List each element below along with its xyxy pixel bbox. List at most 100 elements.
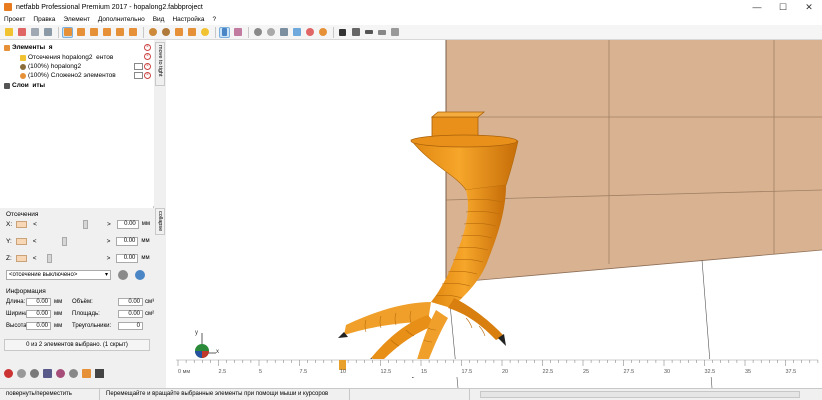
axis-x-slider-thumb[interactable] — [82, 220, 88, 229]
camera-button[interactable] — [350, 27, 361, 38]
axis-y-slider[interactable] — [43, 237, 103, 246]
remove-icon[interactable]: × — [144, 53, 151, 60]
rotate-icon — [148, 28, 157, 36]
height-label: Высота: — [6, 323, 29, 329]
minimize-button[interactable]: — — [744, 0, 770, 14]
move-tool-button[interactable] — [232, 27, 243, 38]
maximize-button[interactable]: ☐ — [770, 0, 796, 14]
menu-edit[interactable]: Правка — [33, 16, 55, 23]
solid-button[interactable] — [278, 27, 289, 38]
tree-cuts-item[interactable]: Отсечения hopalong2 ентов — [20, 53, 113, 62]
axis-z-left-arrow[interactable]: < — [33, 255, 37, 262]
save-button[interactable] — [42, 27, 53, 38]
axis-z-unit: мм — [141, 255, 150, 261]
palette-button[interactable] — [317, 27, 328, 38]
zoom-button[interactable] — [199, 27, 210, 38]
cut-mode-select[interactable]: <отсечение выключено> ▾ — [6, 270, 111, 280]
info-row-height: Высота: 0.00 мм Треугольники: 0 — [6, 321, 143, 331]
zoom-all-button[interactable] — [173, 27, 184, 38]
view-left-button[interactable] — [88, 27, 99, 38]
axis-y-right-arrow[interactable]: > — [107, 238, 111, 245]
shading-button[interactable] — [252, 27, 263, 38]
axis-x-right-arrow[interactable]: > — [107, 221, 111, 228]
tree-part-hopalong2[interactable]: (100%) hopalong2 — [20, 62, 81, 71]
menu-view[interactable]: Вид — [153, 16, 165, 23]
zoom-all-icon — [174, 28, 183, 36]
cursor-icon — [222, 28, 227, 36]
menu-extras[interactable]: Дополнительно — [98, 16, 145, 23]
tab-move-to-tight[interactable]: move to tight — [155, 42, 165, 86]
wireframe-icon — [266, 28, 275, 36]
film-icon[interactable] — [43, 369, 52, 378]
scene-canvas[interactable]: y x 0 мм 2.5 5 7.5 10 12.5 15 17.5 20 22.5 25 27.5 3… — [166, 40, 822, 388]
tree-layers-root[interactable]: Слои иты — [4, 81, 45, 90]
camera-icon — [351, 28, 360, 36]
view-back-button[interactable] — [75, 27, 86, 38]
view-right-button[interactable] — [101, 27, 112, 38]
disc-icon[interactable] — [56, 369, 65, 378]
solid-icon — [279, 28, 288, 36]
width-unit: мм — [54, 311, 63, 317]
axis-y-left-arrow[interactable]: < — [33, 238, 37, 245]
add-part-button[interactable] — [16, 27, 27, 38]
close-button[interactable]: ✕ — [796, 0, 822, 14]
tree-layers-suffix: иты — [32, 82, 46, 89]
label-button[interactable] — [376, 27, 387, 38]
new-project-button[interactable] — [3, 27, 14, 38]
3d-viewport[interactable]: y x 0 мм 2.5 5 7.5 10 12.5 15 17.5 20 22.5 25 27.5 3… — [166, 40, 822, 388]
tree-elements-root[interactable]: Элементы я — [4, 43, 53, 52]
zoom-selection-button[interactable] — [186, 27, 197, 38]
visibility-toggle[interactable] — [134, 63, 143, 70]
view-bottom-button[interactable] — [127, 27, 138, 38]
network-icon[interactable] — [30, 369, 39, 378]
target-icon[interactable] — [4, 369, 13, 378]
axis-x-swatch[interactable] — [16, 220, 28, 228]
menu-help[interactable]: ? — [212, 16, 216, 23]
wireframe-button[interactable] — [265, 27, 276, 38]
status-bar: повернуть/переместить Перемещайте и вращ… — [0, 388, 822, 400]
print-button[interactable] — [389, 27, 400, 38]
axis-z-right-arrow[interactable]: > — [107, 255, 111, 262]
axis-x-left-arrow[interactable]: < — [33, 221, 37, 228]
cut-apply-icon[interactable] — [118, 270, 128, 280]
axis-y-swatch[interactable] — [15, 237, 27, 245]
qr-icon[interactable] — [95, 369, 104, 378]
cut-reset-icon[interactable] — [135, 270, 145, 280]
chevron-down-icon: ▾ — [104, 272, 108, 278]
measure-button[interactable] — [363, 27, 374, 38]
tree-part-merged[interactable]: (100%) Сложено2 элементов — [20, 71, 116, 80]
volume-unit: см³ — [145, 299, 155, 305]
remove-icon[interactable]: × — [144, 63, 151, 70]
menu-settings[interactable]: Настройка — [172, 16, 204, 23]
remove-icon[interactable]: × — [144, 72, 151, 79]
tab-collapse[interactable]: collapse — [155, 208, 165, 235]
axis-y-value[interactable]: 0.00 — [116, 236, 139, 246]
visibility-toggle[interactable] — [134, 72, 143, 79]
menu-element[interactable]: Элемент — [63, 16, 90, 23]
view-front-button[interactable] — [62, 26, 73, 38]
axis-x-slider[interactable] — [43, 220, 103, 229]
settings-icon[interactable] — [17, 369, 26, 378]
orange-box-icon[interactable] — [82, 369, 91, 378]
remove-icon[interactable]: × — [144, 44, 151, 51]
texture-button[interactable] — [291, 27, 302, 38]
ruler-label: 17.5 — [462, 369, 473, 375]
axis-z-swatch[interactable] — [15, 254, 27, 262]
3d-model-hopalong2[interactable] — [338, 111, 519, 378]
color-button[interactable] — [304, 27, 315, 38]
axis-x-value[interactable]: 0.00 — [116, 219, 139, 229]
cut-section-title: Отсечения — [6, 211, 39, 218]
view-top-button[interactable] — [114, 27, 125, 38]
axis-y-slider-thumb[interactable] — [62, 237, 68, 246]
pan-view-button[interactable] — [160, 27, 171, 38]
select-tool-button[interactable] — [219, 26, 230, 38]
axis-x-unit: мм — [141, 221, 150, 227]
add-button[interactable] — [337, 27, 348, 38]
menu-project[interactable]: Проект — [4, 16, 25, 23]
axis-z-slider[interactable] — [43, 254, 103, 263]
rotate-view-button[interactable] — [147, 27, 158, 38]
axis-z-slider-thumb[interactable] — [46, 254, 52, 263]
open-button[interactable] — [29, 27, 40, 38]
sphere-icon[interactable] — [69, 369, 78, 378]
axis-z-value[interactable]: 0.00 — [116, 253, 139, 263]
